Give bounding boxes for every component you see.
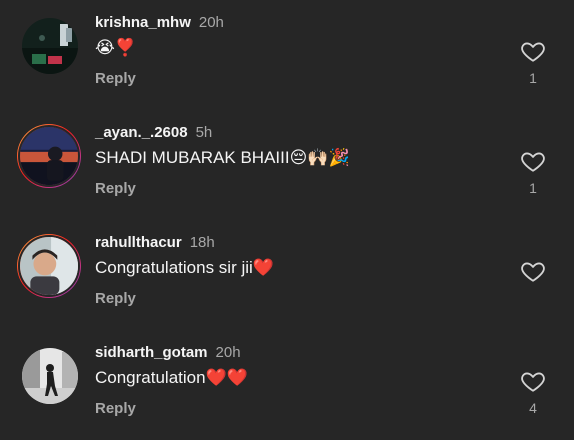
comment-time: 5h	[195, 124, 213, 141]
comment-username[interactable]: _ayan._.2608	[95, 124, 188, 141]
like-button[interactable]	[520, 258, 548, 286]
avatar[interactable]	[17, 234, 81, 298]
comment-emojis: 😭❣️	[95, 38, 137, 58]
like-button[interactable]	[520, 148, 548, 176]
comment-body: SHADI MUBARAK BHAIII	[95, 148, 290, 167]
avatar[interactable]	[22, 18, 78, 74]
comment-item: krishna_mhw 20h 😭❣️ Reply 1	[0, 0, 574, 110]
reply-button[interactable]: Reply	[95, 400, 136, 417]
heart-outline-icon	[521, 152, 545, 172]
like-count: 1	[529, 70, 537, 86]
comment-body: Congratulations sir jii	[95, 258, 253, 277]
like-button[interactable]	[520, 38, 548, 66]
comment-emojis: ❤️❤️	[205, 368, 248, 388]
comment-text: Congratulations sir jii❤️	[95, 258, 274, 278]
avatar[interactable]	[22, 348, 78, 404]
heart-outline-icon	[521, 372, 545, 392]
comment-meta: rahullthacur 18h	[95, 234, 215, 251]
comment-emojis: ❤️	[252, 258, 274, 278]
comment-time: 18h	[189, 234, 215, 251]
comment-username[interactable]: rahullthacur	[95, 234, 182, 251]
comment-item: _ayan._.2608 5h SHADI MUBARAK BHAIII😔🙌🏻🎉 …	[0, 110, 574, 220]
comment-text: SHADI MUBARAK BHAIII😔🙌🏻🎉	[95, 148, 350, 168]
like-count: 4	[529, 400, 537, 416]
comment-meta: krishna_mhw 20h	[95, 14, 224, 31]
comment-text: 😭❣️	[95, 38, 136, 58]
comment-meta: _ayan._.2608 5h	[95, 124, 212, 141]
heart-outline-icon	[521, 42, 545, 62]
comment-item: rahullthacur 18h Congratulations sir jii❤…	[0, 220, 574, 330]
avatar[interactable]	[17, 124, 81, 188]
like-count: 1	[529, 180, 537, 196]
reply-button[interactable]: Reply	[95, 290, 136, 307]
reply-button[interactable]: Reply	[95, 70, 136, 87]
comment-text: Congratulation❤️❤️	[95, 368, 248, 388]
comment-body: Congratulation	[95, 368, 206, 387]
like-button[interactable]	[520, 368, 548, 396]
comment-item: sidharth_gotam 20h Congratulation❤️❤️ Rep…	[0, 330, 574, 440]
comment-emojis: 😔🙌🏻🎉	[289, 148, 350, 168]
comment-meta: sidharth_gotam 20h	[95, 344, 241, 361]
comment-time: 20h	[215, 344, 241, 361]
reply-button[interactable]: Reply	[95, 180, 136, 197]
comment-username[interactable]: sidharth_gotam	[95, 344, 208, 361]
comment-username[interactable]: krishna_mhw	[95, 14, 191, 31]
comment-time: 20h	[198, 14, 224, 31]
heart-outline-icon	[521, 262, 545, 282]
